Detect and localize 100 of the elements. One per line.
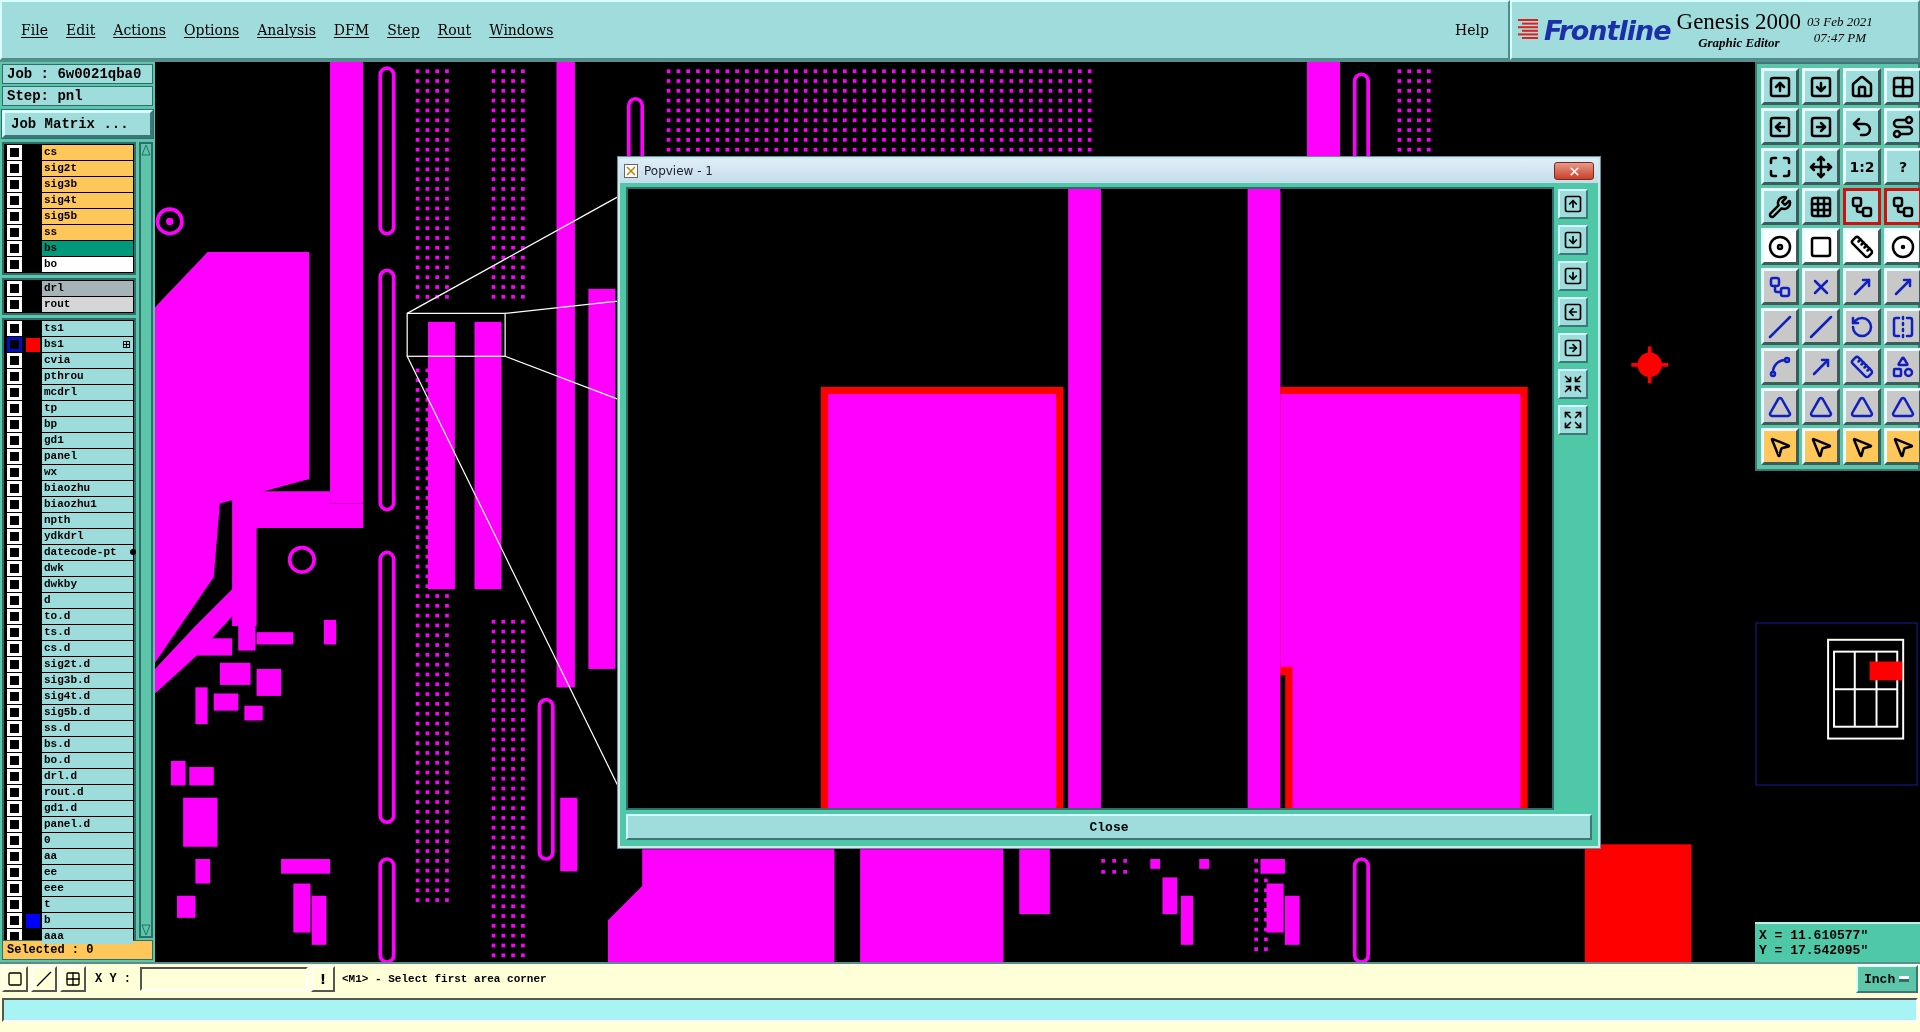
layer-name[interactable]: bs1	[42, 337, 133, 352]
close-button[interactable]	[1554, 162, 1594, 180]
square-icon	[1809, 234, 1833, 259]
layer-name[interactable]: sig4t.d	[42, 689, 133, 704]
layer-name[interactable]: cs.d	[42, 641, 133, 656]
layer-name[interactable]: ee	[42, 865, 133, 880]
layer-name[interactable]: sig4t	[42, 193, 133, 208]
menu-item[interactable]: Help	[1448, 19, 1496, 41]
tool-button[interactable]: 1:2	[1843, 148, 1881, 185]
layer-name[interactable]: sig3b.d	[42, 673, 133, 688]
flip-icon	[1891, 314, 1915, 339]
layer-name[interactable]: 0	[42, 833, 133, 848]
layer-checkbox[interactable]	[7, 337, 22, 352]
move-icon	[1809, 154, 1833, 179]
layer-name[interactable]: wx	[42, 465, 133, 480]
view-tool-button[interactable]	[1558, 369, 1588, 399]
layer-name[interactable]: cvia	[42, 353, 133, 368]
layer-name[interactable]: drl.d	[42, 769, 133, 784]
layer-name[interactable]: panel.d	[42, 817, 133, 832]
menu-item[interactable]: Windows	[482, 19, 561, 41]
layer-name[interactable]: cs	[42, 145, 133, 160]
view-tool-button[interactable]	[1558, 225, 1588, 255]
xy-label: X Y :	[94, 972, 132, 986]
scroll-up-icon[interactable]	[141, 144, 151, 156]
layer-name[interactable]: sig3b	[42, 177, 133, 192]
alert-button[interactable]: !	[311, 966, 335, 992]
grid-icon	[65, 971, 81, 987]
layer-name[interactable]: gd1.d	[42, 801, 133, 816]
square-arrow-left-icon	[1768, 114, 1792, 139]
layer-name[interactable]: rout.d	[42, 785, 133, 800]
expand-icon	[1563, 410, 1583, 430]
layer-name[interactable]: sig2t	[42, 161, 133, 176]
view-tool-button[interactable]	[1558, 405, 1588, 435]
layer-name[interactable]: ydkdrl	[42, 529, 133, 544]
layer-name[interactable]: rout	[42, 297, 133, 312]
layer-name[interactable]: bp	[42, 417, 133, 432]
tool-button[interactable]	[1884, 188, 1920, 225]
layer-name[interactable]: ss.d	[42, 721, 133, 736]
layer-name[interactable]: ts.d	[42, 625, 133, 640]
shrink-icon	[1563, 374, 1583, 394]
layer-name[interactable]: mcdrl	[42, 385, 133, 400]
layer-name[interactable]: biaozhu1	[42, 497, 133, 512]
layer-name[interactable]: sig5b.d	[42, 705, 133, 720]
scroll-down-icon[interactable]	[141, 924, 151, 936]
nodes-icon	[1768, 274, 1792, 299]
menu-item[interactable]: File	[14, 19, 55, 41]
square-arrow-down-icon	[1563, 266, 1583, 286]
layer-name[interactable]: datecode-pt	[42, 545, 133, 560]
menu-item[interactable]: Edit	[58, 19, 103, 41]
menu-item[interactable]: Actions	[106, 19, 173, 41]
menu-item[interactable]: Step	[380, 19, 427, 41]
view-tool-button[interactable]	[1558, 261, 1588, 291]
layer-name[interactable]: npth	[42, 513, 133, 528]
layer-name[interactable]: aa	[42, 849, 133, 864]
layer-name[interactable]: ss	[42, 225, 133, 240]
layer-name[interactable]: panel	[42, 449, 133, 464]
layer-name[interactable]: to.d	[42, 609, 133, 624]
scrollbar[interactable]	[139, 142, 153, 938]
speed-lines-icon	[1518, 19, 1538, 41]
layer-name[interactable]: bo.d	[42, 753, 133, 768]
layer-name[interactable]: bs	[42, 241, 133, 256]
job-matrix-button[interactable]: Job Matrix ...	[2, 110, 153, 138]
layer-name[interactable]: aaa	[42, 929, 133, 944]
ruler-icon	[1850, 234, 1874, 259]
menu-item[interactable]: Options	[176, 19, 247, 41]
view-tool-button[interactable]	[1558, 297, 1588, 327]
view-tool-button[interactable]	[1558, 189, 1588, 219]
layer-name[interactable]: dwkby	[42, 577, 133, 592]
layer-name[interactable]: b	[42, 913, 133, 928]
menu-item[interactable]: Rout	[430, 19, 479, 41]
layer-name[interactable]: d	[42, 593, 133, 608]
triangle-icon	[1809, 394, 1833, 419]
layer-name[interactable]: tp	[42, 401, 133, 416]
square-icon	[7, 971, 23, 987]
window-icon	[624, 164, 638, 178]
layer-name[interactable]: t	[42, 897, 133, 912]
product-name: Genesis 2000	[1676, 9, 1802, 35]
tool-button[interactable]	[1843, 188, 1881, 225]
layer-name[interactable]: pthrou	[42, 369, 133, 384]
brand-logo: Frontline	[1544, 14, 1671, 46]
layer-name[interactable]: sig2t.d	[42, 657, 133, 672]
layer-name[interactable]: drl	[42, 281, 133, 296]
layer-name[interactable]: sig5b	[42, 209, 133, 224]
layer-name[interactable]: dwk	[42, 561, 133, 576]
close-button[interactable]: Close	[626, 814, 1592, 840]
layer-name[interactable]: bo	[42, 257, 133, 272]
layer-name[interactable]: gd1	[42, 433, 133, 448]
menu-item[interactable]: Analysis	[250, 19, 323, 41]
units-dropdown[interactable]: Inch	[1856, 965, 1918, 993]
ruler-icon	[1850, 354, 1874, 379]
tool-button[interactable]: ?	[1884, 148, 1920, 185]
layer-name[interactable]: bs.d	[42, 737, 133, 752]
menu-item[interactable]: DFM	[326, 19, 377, 41]
xy-input-field[interactable]	[140, 967, 308, 991]
view-tool-button[interactable]	[1558, 333, 1588, 363]
layer-name[interactable]: biaozhu	[42, 481, 133, 496]
shapes-icon	[1891, 354, 1915, 379]
layer-name[interactable]: ts1	[42, 321, 133, 336]
disc-icon	[1768, 234, 1792, 259]
layer-name[interactable]: eee	[42, 881, 133, 896]
